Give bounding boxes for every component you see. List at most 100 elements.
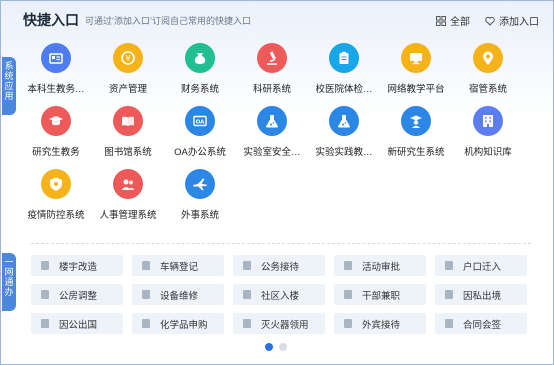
- app-label: 宿管系统: [468, 84, 507, 95]
- quick-link-item[interactable]: 设备维修: [132, 284, 224, 305]
- shield-icon: [41, 169, 71, 199]
- pagination-dot-2[interactable]: [279, 343, 287, 351]
- app-label: 图书馆系统: [104, 147, 152, 158]
- clipboard-icon: [329, 43, 359, 73]
- money-bag-icon: [185, 43, 215, 73]
- app-label: 实验室安全…: [243, 147, 301, 158]
- quick-link-item[interactable]: 公务接待: [233, 255, 325, 276]
- document-icon: [243, 261, 251, 270]
- app-12[interactable]: 实验实践教…: [308, 106, 380, 158]
- quick-link-item[interactable]: 因私出境: [435, 284, 527, 305]
- app-label: 研究生教务: [32, 147, 80, 158]
- quick-link-item[interactable]: 社区入楼: [233, 284, 325, 305]
- coin-icon: ¥: [113, 43, 143, 73]
- quick-link-label: 公务接待: [261, 261, 300, 273]
- document-icon: [445, 261, 453, 270]
- quick-entry-panel: 快捷入口 可通过‘添加入口’订阅自己常用的快捷入口 全部 添加入口 系统应用 一…: [0, 0, 554, 365]
- app-label: OA办公系统: [174, 147, 226, 158]
- quick-link-item[interactable]: 车辆登记: [132, 255, 224, 276]
- app-15[interactable]: 疫情防控系统: [20, 169, 92, 221]
- quick-link-item[interactable]: 外宾接待: [334, 313, 426, 334]
- quick-link-item[interactable]: 公房调整: [31, 284, 123, 305]
- app-17[interactable]: 外事系统: [164, 169, 236, 221]
- quick-link-label: 设备维修: [160, 290, 199, 302]
- app-8[interactable]: 研究生教务: [20, 106, 92, 158]
- flask-icon: [257, 106, 287, 136]
- heart-icon: [485, 16, 495, 26]
- airplane-icon: [185, 169, 215, 199]
- document-icon: [41, 261, 49, 270]
- svg-text:OA: OA: [196, 120, 206, 126]
- grid-icon: [436, 15, 446, 26]
- quick-link-label: 干部兼职: [362, 290, 401, 302]
- quick-link-label: 灭火器领用: [261, 319, 309, 331]
- quick-link-label: 因公出国: [59, 319, 98, 331]
- app-label: 人事管理系统: [99, 210, 157, 221]
- document-icon: [142, 290, 150, 299]
- quick-link-item[interactable]: 干部兼职: [334, 284, 426, 305]
- quick-link-label: 社区入楼: [261, 290, 300, 302]
- app-10[interactable]: OA OA办公系统: [164, 106, 236, 158]
- quick-link-label: 车辆登记: [160, 261, 199, 273]
- app-14[interactable]: 机构知识库: [452, 106, 524, 158]
- app-label: 校医院体检…: [315, 84, 373, 95]
- quick-link-label: 公房调整: [59, 290, 98, 302]
- quick-link-item[interactable]: 楼宇改造: [31, 255, 123, 276]
- people-icon: [113, 169, 143, 199]
- side-tab-system-apps[interactable]: 系统应用: [2, 57, 16, 115]
- add-entry-button[interactable]: 添加入口: [485, 13, 539, 28]
- document-icon: [41, 290, 49, 299]
- app-4[interactable]: 科研系统: [236, 43, 308, 95]
- document-icon: [344, 290, 352, 299]
- app-16[interactable]: 人事管理系统: [92, 169, 164, 221]
- microscope-icon: [257, 43, 287, 73]
- app-11[interactable]: 实验室安全…: [236, 106, 308, 158]
- app-label: 疫情防控系统: [27, 210, 85, 221]
- book-icon: [113, 106, 143, 136]
- app-1[interactable]: 本科生教务…: [20, 43, 92, 95]
- app-6[interactable]: 网络教学平台: [380, 43, 452, 95]
- app-5[interactable]: 校医院体检…: [308, 43, 380, 95]
- flask-icon: [329, 106, 359, 136]
- quick-link-item[interactable]: 灭火器领用: [233, 313, 325, 334]
- app-13[interactable]: 新研究生系统: [380, 106, 452, 158]
- panel-title: 快捷入口: [23, 12, 79, 28]
- quick-link-item[interactable]: 化学品申购: [132, 313, 224, 334]
- quick-link-label: 楼宇改造: [59, 261, 98, 273]
- quick-link-label: 化学品申购: [160, 319, 208, 331]
- app-label: 新研究生系统: [387, 147, 445, 158]
- view-all-button[interactable]: 全部: [436, 13, 470, 28]
- app-label: 财务系统: [180, 84, 219, 95]
- quick-link-item[interactable]: 因公出国: [31, 313, 123, 334]
- panel-header: 快捷入口 可通过‘添加入口’订阅自己常用的快捷入口 全部 添加入口: [23, 9, 541, 31]
- quick-link-label: 合同会签: [463, 319, 502, 331]
- quick-link-item[interactable]: 活动审批: [334, 255, 426, 276]
- app-label: 科研系统: [252, 84, 291, 95]
- svg-text:¥: ¥: [125, 54, 130, 63]
- app-label: 实验实践教…: [315, 147, 373, 158]
- document-icon: [142, 319, 150, 328]
- pagination-dot-1[interactable]: [265, 343, 273, 351]
- quick-link-item[interactable]: 户口迁入: [435, 255, 527, 276]
- quick-link-label: 户口迁入: [463, 261, 502, 273]
- document-icon: [41, 319, 49, 328]
- side-tab-one-stop[interactable]: 一网通办: [2, 253, 16, 311]
- app-9[interactable]: 图书馆系统: [92, 106, 164, 158]
- monitor-icon: [401, 43, 431, 73]
- graduation-cap-icon: [41, 106, 71, 136]
- view-all-label: 全部: [450, 17, 470, 28]
- app-7[interactable]: 宿管系统: [452, 43, 524, 95]
- section-divider: [31, 243, 531, 244]
- panel-subtitle: 可通过‘添加入口’订阅自己常用的快捷入口: [85, 16, 252, 26]
- quick-link-item[interactable]: 合同会签: [435, 313, 527, 334]
- building-icon: [473, 106, 503, 136]
- app-2[interactable]: ¥ 资产管理: [92, 43, 164, 95]
- pagination-dots: [265, 343, 287, 351]
- graduate-icon: [401, 106, 431, 136]
- document-icon: [445, 290, 453, 299]
- document-icon: [142, 261, 150, 270]
- app-label: 外事系统: [180, 210, 219, 221]
- document-icon: [344, 261, 352, 270]
- document-icon: [344, 319, 352, 328]
- app-3[interactable]: 财务系统: [164, 43, 236, 95]
